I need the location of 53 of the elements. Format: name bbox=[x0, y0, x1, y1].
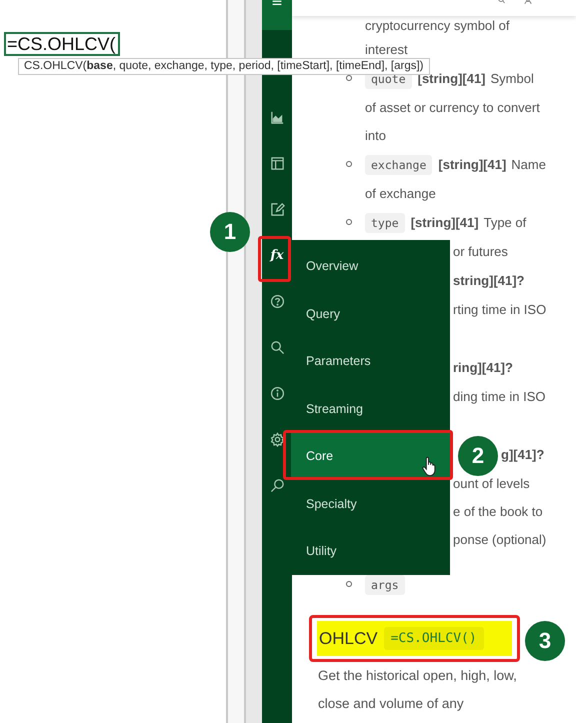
code-chip: exchange bbox=[365, 155, 432, 175]
param-type: g][41]? bbox=[501, 446, 544, 464]
doc-text: ponse (optional) bbox=[453, 531, 546, 549]
doc-text: ount of levels bbox=[453, 475, 530, 493]
highlight-frame bbox=[258, 236, 291, 282]
code-chip: type bbox=[365, 213, 405, 233]
step-badge: 1 bbox=[210, 212, 250, 252]
bullet-icon bbox=[346, 161, 352, 167]
param-type: [string][41] bbox=[410, 214, 479, 232]
param-type: string][41]? bbox=[453, 272, 524, 290]
function-tooltip: CS.OHLCV(base, quote, exchange, type, period, [timeStart], [timeEnd], [args]) bbox=[18, 58, 430, 75]
doc-text: close and volume of any bbox=[317, 695, 465, 713]
menu-item[interactable]: Utility bbox=[291, 527, 450, 574]
menu-item[interactable]: Parameters bbox=[291, 337, 450, 384]
step-badge: 3 bbox=[525, 621, 565, 661]
search-icon[interactable] bbox=[270, 478, 284, 493]
help-icon[interactable] bbox=[270, 294, 284, 309]
doc-text: of exchange bbox=[365, 185, 437, 203]
info-icon[interactable] bbox=[270, 386, 284, 401]
chart-icon[interactable] bbox=[270, 110, 284, 125]
doc-text: Name bbox=[511, 156, 546, 174]
menu-item[interactable]: Specialty bbox=[291, 480, 450, 527]
menu-item[interactable]: Core bbox=[291, 432, 450, 480]
menu-item[interactable]: Query bbox=[291, 290, 450, 337]
param-type: ring][41]? bbox=[453, 359, 513, 377]
doc-text: cryptocurrency symbol of bbox=[365, 17, 510, 35]
menu-item[interactable]: Overview bbox=[291, 242, 450, 290]
doc-text: of asset or currency to convert bbox=[365, 99, 541, 117]
section-heading: OHLCV bbox=[319, 628, 378, 648]
doc-text: Get the historical open, high, low, bbox=[317, 667, 518, 685]
bullet-icon bbox=[346, 219, 352, 225]
param-type: [string][41] bbox=[438, 156, 506, 174]
formula-cell[interactable]: =CS.OHLCV( bbox=[4, 32, 120, 56]
doc-text: e of the book to bbox=[453, 503, 543, 521]
code-chip: =CS.OHLCV() bbox=[384, 627, 484, 650]
layout-icon[interactable] bbox=[270, 156, 284, 171]
search-icon[interactable] bbox=[270, 340, 284, 355]
doc-text: into bbox=[365, 127, 387, 145]
doc-text: or futures bbox=[453, 243, 508, 261]
doc-text: ding time in ISO bbox=[453, 388, 546, 406]
settings-icon[interactable] bbox=[270, 432, 284, 447]
hand-cursor-icon[interactable] bbox=[421, 455, 437, 477]
menu-item[interactable]: Streaming bbox=[291, 384, 450, 432]
edit-icon[interactable] bbox=[270, 202, 284, 217]
doc-text: Type of bbox=[484, 214, 526, 232]
doc-text: interest bbox=[365, 41, 409, 59]
doc-text: rting time in ISO bbox=[453, 301, 546, 319]
doc-text: Symbol bbox=[490, 70, 534, 88]
step-badge: 2 bbox=[458, 436, 498, 476]
bullet-icon bbox=[346, 581, 352, 587]
code-chip: args bbox=[365, 575, 405, 595]
bullet-icon bbox=[346, 75, 352, 81]
function-button[interactable]: fx bbox=[270, 248, 284, 263]
